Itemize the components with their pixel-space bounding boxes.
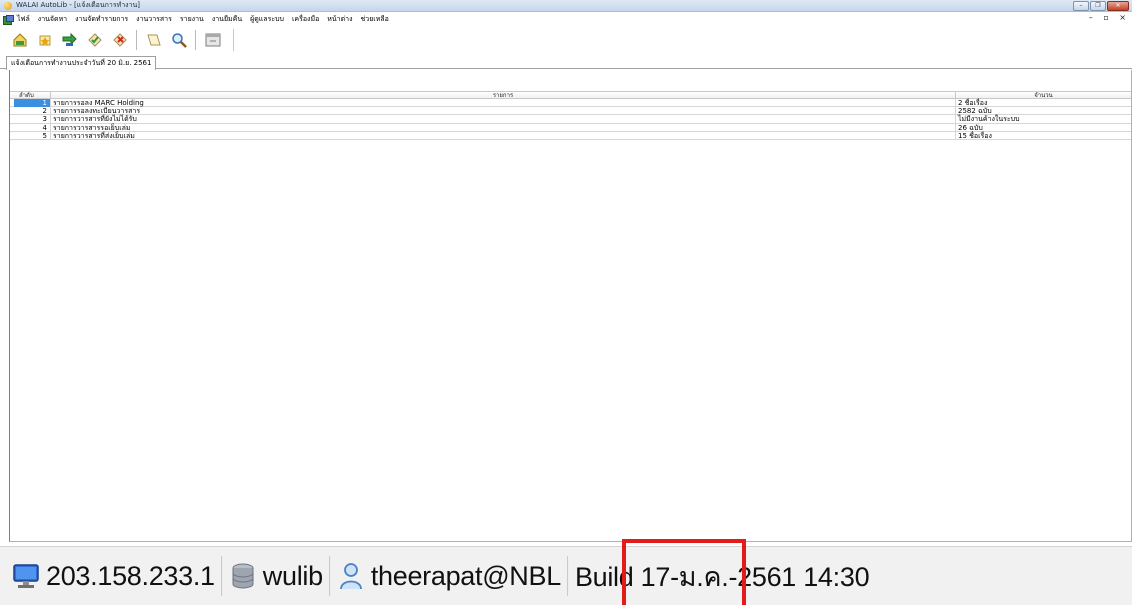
toolbar-separator: [136, 29, 137, 50]
menu-bar: ไฟล์ งานจัดหา งานจัดทำรายการ งานวารสาร ร…: [0, 12, 1132, 26]
row-number[interactable]: 2: [14, 107, 51, 116]
status-separator: [220, 556, 223, 596]
column-header-no[interactable]: ลำดับ: [14, 92, 51, 99]
search-icon[interactable]: [168, 29, 189, 50]
status-panel-user: theerapat@NBL: [337, 556, 561, 596]
close-button[interactable]: ✕: [1107, 1, 1129, 11]
table-row[interactable]: 1 รายการรอลง MARC Holding 2 ชื่อเรื่อง: [10, 99, 1131, 108]
document-icon[interactable]: [143, 29, 164, 50]
status-user: theerapat@NBL: [370, 560, 561, 591]
mdi-window-icon[interactable]: [3, 14, 14, 25]
status-panel-build: Build 17-ม.ค.-2561 14:30: [574, 556, 870, 596]
row-number[interactable]: 4: [14, 123, 51, 132]
menu-reports[interactable]: รายงาน: [180, 14, 204, 25]
menu-window[interactable]: หน้าต่าง: [327, 14, 352, 25]
row-item[interactable]: รายการวารสารรอเย็บเล่ม: [51, 123, 956, 132]
restore-button[interactable]: ❐: [1090, 1, 1106, 11]
table-row[interactable]: 5 รายการวารสารที่ส่งเย็บเล่ม 15 ชื่อเรื่…: [10, 131, 1131, 140]
check-icon[interactable]: [84, 29, 105, 50]
tab-strip: แจ้งเตือนการทำงานประจำวันที่ 20 มิ.ย. 25…: [0, 55, 1132, 70]
window-controls: – ❐ ✕: [1073, 1, 1129, 11]
window-icon[interactable]: [202, 29, 223, 50]
status-build: Build 17-ม.ค.-2561 14:30: [574, 561, 870, 592]
notification-grid: ลำดับ รายการ จำนวน 1 รายการรอลง MARC Hol…: [9, 70, 1132, 542]
status-separator: [566, 556, 569, 596]
menu-cataloging[interactable]: งานจัดทำรายการ: [75, 14, 128, 25]
status-separator: [328, 556, 331, 596]
row-number[interactable]: 1: [14, 99, 51, 107]
mdi-controls[interactable]: – ▫ ×: [1089, 13, 1130, 22]
toolbar-separator: [195, 29, 196, 50]
row-item[interactable]: รายการวารสารที่ส่งเย็บเล่ม: [51, 131, 956, 140]
row-item[interactable]: รายการรอลง MARC Holding: [51, 99, 956, 107]
menu-serials[interactable]: งานวารสาร: [136, 14, 172, 25]
row-amount[interactable]: 2 ชื่อเรื่อง: [956, 99, 1131, 107]
tab-daily-notification[interactable]: แจ้งเตือนการทำงานประจำวันที่ 20 มิ.ย. 25…: [6, 56, 157, 70]
column-header-amount[interactable]: จำนวน: [956, 92, 1131, 99]
title-bar: WALAI AutoLib - [แจ้งเตือนการทำงาน] – ❐ …: [0, 0, 1132, 12]
database-icon: [229, 561, 257, 591]
window-title: WALAI AutoLib - [แจ้งเตือนการทำงาน]: [16, 1, 141, 9]
row-number[interactable]: 5: [14, 131, 51, 140]
menu-help[interactable]: ช่วยเหลือ: [361, 14, 389, 25]
status-database: wulib: [262, 560, 323, 591]
grid-rows: 1 รายการรอลง MARC Holding 2 ชื่อเรื่อง 2…: [10, 99, 1131, 140]
menu-circulation[interactable]: งานยืมคืน: [212, 14, 242, 25]
status-panel-ip: 203.158.233.1: [12, 556, 215, 596]
row-amount[interactable]: 15 ชื่อเรื่อง: [956, 132, 1131, 140]
row-amount[interactable]: 2582 ฉบับ: [956, 107, 1131, 115]
toolbar-separator: [233, 28, 234, 51]
star-icon[interactable]: [34, 29, 55, 50]
row-number[interactable]: 3: [14, 115, 51, 124]
status-panel-database: wulib: [229, 556, 323, 596]
toolbar: [0, 26, 1132, 53]
menu-admin[interactable]: ผู้ดูแลระบบ: [250, 14, 284, 25]
app-icon: [4, 1, 12, 10]
menu-acquisition[interactable]: งานจัดหา: [38, 14, 67, 25]
transfer-icon[interactable]: [59, 29, 80, 50]
row-item[interactable]: รายการวารสารที่ยังไม่ได้รับ: [51, 115, 956, 124]
user-icon: [337, 561, 365, 591]
column-header-item[interactable]: รายการ: [51, 92, 956, 99]
home-icon[interactable]: [9, 29, 30, 50]
table-row[interactable]: 4 รายการวารสารรอเย็บเล่ม 26 ฉบับ: [10, 123, 1131, 132]
status-bar: 203.158.233.1 wulib theerapat@NBL Build …: [0, 546, 1132, 605]
status-ip: 203.158.233.1: [46, 560, 215, 591]
minimize-button[interactable]: –: [1073, 1, 1089, 11]
table-row[interactable]: 3 รายการวารสารที่ยังไม่ได้รับ ไม่มีงานค้…: [10, 115, 1131, 124]
row-amount[interactable]: 26 ฉบับ: [956, 124, 1131, 132]
menu-file[interactable]: ไฟล์: [17, 14, 30, 25]
delete-icon[interactable]: [109, 29, 130, 50]
row-item[interactable]: รายการรอลงทะเบียนวารสาร: [51, 107, 956, 116]
grid-header: ลำดับ รายการ จำนวน: [10, 91, 1131, 99]
menu-tools[interactable]: เครื่องมือ: [292, 14, 319, 25]
monitor-icon: [12, 561, 40, 591]
row-amount[interactable]: ไม่มีงานค้างในระบบ: [956, 115, 1131, 123]
